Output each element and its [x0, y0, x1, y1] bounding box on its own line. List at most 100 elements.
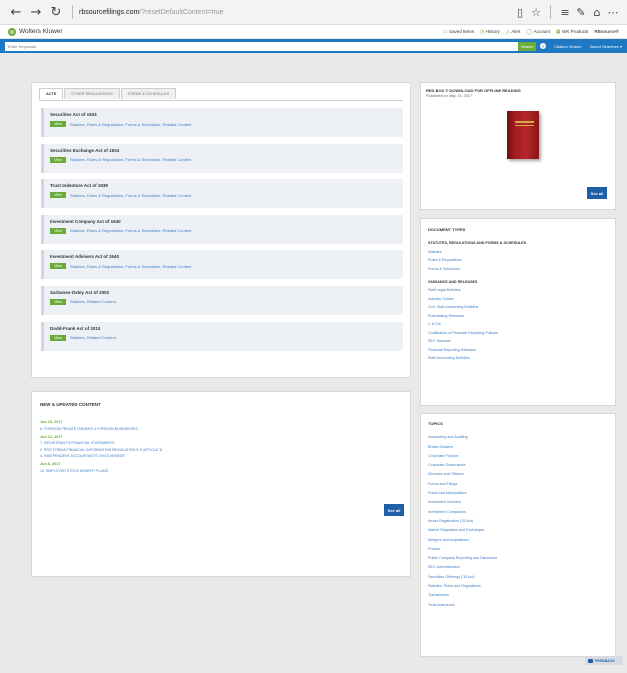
act-name[interactable]: Investment Company Act of 1940: [50, 219, 397, 224]
topic-link[interactable]: Public Company Reporting and Disclosure: [428, 556, 497, 560]
doc-type-link[interactable]: Rulemaking Releases: [428, 314, 526, 318]
brand-logo[interactable]: Wolters Kluwer: [8, 27, 63, 36]
url-path: /?resetDefaultContent=true: [139, 8, 224, 16]
act-name[interactable]: Investment Advisers Act of 1940: [50, 254, 397, 259]
topic-link[interactable]: Statutes, Rules and Regulations: [428, 584, 497, 588]
doc-type-link[interactable]: Financial Reporting Releases: [428, 348, 526, 352]
view-button[interactable]: View: [50, 121, 66, 127]
topic-link[interactable]: Investment Advisers: [428, 500, 497, 504]
user-icon: ◯: [526, 28, 533, 35]
doc-type-link[interactable]: Statutes: [428, 250, 526, 254]
topic-link[interactable]: Broker-Dealers: [428, 445, 497, 449]
back-arrow-icon[interactable]: ←: [6, 5, 26, 20]
update-link[interactable]: 10. Employee Stock Benefit Plans: [40, 469, 163, 473]
alert-label: Alert: [511, 29, 521, 34]
address-bar[interactable]: rbsourcefilings.com/?resetDefaultContent…: [79, 9, 512, 16]
doc-type-link[interactable]: Rules & Regulations: [428, 258, 526, 262]
wk-products-link[interactable]: ▦ WK Products: [556, 29, 589, 35]
saved-searches-dropdown[interactable]: Saved Searches ▾: [590, 44, 622, 49]
act-links[interactable]: Statutes, Rules & Regulations, Forms & S…: [70, 193, 191, 198]
act-links[interactable]: Statutes, Rules & Regulations, Forms & S…: [70, 157, 191, 162]
redbox-see-all-button[interactable]: See all: [587, 187, 607, 199]
act-name[interactable]: Dodd-Frank Act of 2010: [50, 326, 397, 331]
topic-link[interactable]: Trust Indentures: [428, 603, 497, 607]
topic-link[interactable]: Transactions: [428, 593, 497, 597]
view-button[interactable]: View: [50, 156, 66, 163]
doc-type-link[interactable]: Staff Legal Bulletins: [428, 288, 526, 292]
update-link[interactable]: 6. Foreign Private Issuers & Foreign Bus…: [40, 427, 163, 431]
update-link[interactable]: 4. Independent Accountants' Involvement: [40, 454, 163, 458]
saved-items-label: Saved Items: [449, 29, 475, 34]
topic-link[interactable]: Fraud and Manipulation: [428, 491, 497, 495]
hub-icon[interactable]: ≡: [557, 6, 573, 19]
act-links[interactable]: Statutes, Related Content: [70, 335, 116, 340]
tab-other-regulations[interactable]: Other Regulations: [64, 88, 120, 99]
topic-link[interactable]: SEC Administration: [428, 565, 497, 569]
updates-title: New & Updated Content: [40, 402, 101, 407]
refresh-icon[interactable]: ↻: [46, 5, 66, 20]
update-date: Jun 12, 2017: [40, 434, 63, 439]
product-name[interactable]: RBsource®: [594, 29, 619, 34]
doc-type-link[interactable]: Industry Guides: [428, 297, 526, 301]
updates-see-all-button[interactable]: See all: [384, 504, 404, 516]
act-name[interactable]: Sarbanes-Oxley Act of 2002: [50, 290, 397, 295]
header-links: ▭ Saved Items ◷ History △ Alert ◯ Account ▦ W…: [443, 29, 619, 35]
more-icon[interactable]: ⋯: [605, 6, 621, 19]
tab-acts[interactable]: Acts: [39, 88, 64, 99]
act-links[interactable]: Statutes, Related Content: [70, 299, 116, 304]
act-item: Dodd-Frank Act of 2010 View Statutes, Rel…: [41, 321, 403, 351]
topic-link[interactable]: Directors and Officers: [428, 472, 497, 476]
view-button[interactable]: View: [50, 263, 66, 270]
topic-link[interactable]: Accounting and Auditing: [428, 435, 497, 439]
act-name[interactable]: Trust Indenture Act of 1939: [50, 183, 397, 188]
topic-link[interactable]: Mergers and Acquisitions: [428, 538, 497, 542]
topic-link[interactable]: Market Regulation and Exchanges: [428, 528, 497, 532]
topic-link[interactable]: Investment Companies: [428, 510, 497, 514]
feedback-button[interactable]: Feedback: [585, 656, 623, 665]
topic-link[interactable]: Corporate Finance: [428, 454, 497, 458]
view-button[interactable]: View: [50, 334, 66, 341]
saved-items-link[interactable]: ▭ Saved Items: [443, 29, 474, 35]
reading-view-icon[interactable]: ▯: [512, 6, 528, 19]
help-icon[interactable]: ?: [540, 43, 547, 49]
view-button[interactable]: View: [50, 192, 66, 199]
view-button[interactable]: View: [50, 298, 66, 305]
update-link[interactable]: 7. Registrant's Financial Statements: [40, 441, 163, 445]
share-icon[interactable]: ⌂: [589, 6, 605, 19]
acts-panel: Acts Other Regulations Forms & Schedules…: [31, 82, 411, 378]
update-link[interactable]: 2. Pro Forma Financial Information Regul…: [40, 448, 163, 452]
tab-forms-schedules[interactable]: Forms & Schedules: [120, 88, 177, 99]
doc-type-link[interactable]: Forms & Schedules: [428, 267, 526, 271]
act-links[interactable]: Statutes, Rules & Regulations, Forms & S…: [70, 228, 191, 233]
wk-products-label: WK Products: [562, 29, 589, 34]
favorite-star-icon[interactable]: ☆: [528, 6, 544, 19]
history-link[interactable]: ◷ History: [480, 29, 500, 35]
act-item: Securities Exchange Act of 1934 View Stat…: [41, 143, 403, 173]
topic-link[interactable]: Proxies: [428, 547, 497, 551]
doc-type-link[interactable]: Codification of Financial Reporting Poli…: [428, 331, 526, 335]
doc-type-link[interactable]: Staff Accounting Bulletins: [428, 356, 526, 360]
search-button[interactable]: Search: [518, 41, 537, 51]
act-links[interactable]: Statutes, Rules & Regulations, Forms & S…: [70, 122, 191, 127]
forward-arrow-icon[interactable]: →: [26, 5, 46, 20]
view-button[interactable]: View: [50, 227, 66, 234]
topic-link[interactable]: Securities Offerings ('33 Act): [428, 575, 497, 579]
web-note-icon[interactable]: ✎: [573, 6, 589, 19]
topic-link[interactable]: Forms and Filings: [428, 482, 497, 486]
act-links[interactable]: Statutes, Rules & Regulations, Forms & S…: [70, 264, 191, 269]
account-link[interactable]: ◯ Account: [527, 29, 550, 35]
topic-link[interactable]: Issuer Registration ('33 Act): [428, 519, 497, 523]
act-name[interactable]: Securities Exchange Act of 1934: [50, 148, 397, 153]
browser-toolbar: ← → ↻ rbsourcefilings.com/?resetDefaultC…: [0, 0, 627, 25]
alert-link[interactable]: △ Alert: [506, 29, 521, 35]
document-types-title: Document Types: [428, 227, 466, 232]
topic-link[interactable]: Corporate Governance: [428, 463, 497, 467]
search-input[interactable]: [5, 41, 519, 51]
act-name[interactable]: Securities Act of 1933: [50, 112, 397, 117]
doc-type-link[interactable]: Cod. Staff Accounting Bulletins: [428, 305, 526, 309]
acts-list: Securities Act of 1933 View Statutes, Rul…: [41, 108, 403, 357]
red-box-book-image[interactable]: [507, 111, 539, 159]
doc-type-link[interactable]: C & DIs: [428, 322, 526, 326]
doc-type-link[interactable]: SEC Manuals: [428, 339, 526, 343]
citation-search-link[interactable]: Citation Search: [554, 44, 581, 49]
